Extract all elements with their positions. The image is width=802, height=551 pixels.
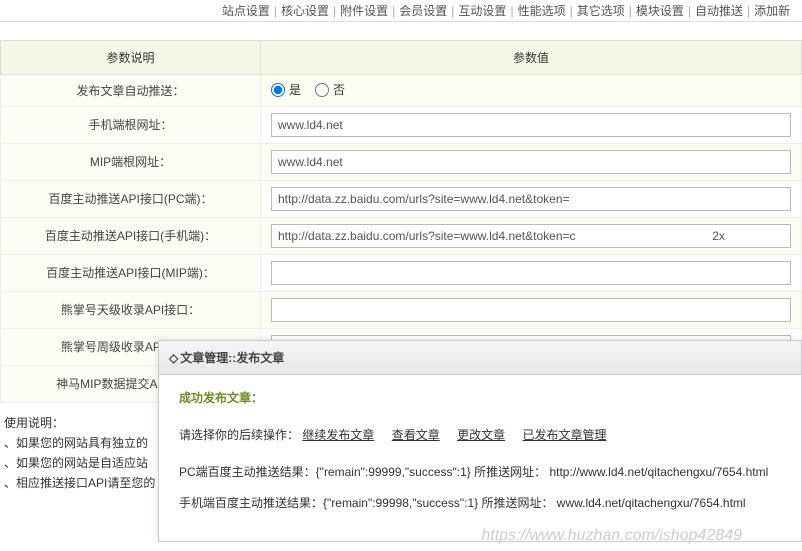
header-value: 参数值 [261,41,802,75]
xiongzhang-daily-input[interactable] [271,298,791,322]
nav-item[interactable]: 性能选项 [518,2,566,19]
nav-item[interactable]: 互动设置 [458,2,506,19]
action-manage[interactable]: 已发布文章管理 [522,428,606,442]
row-label: 发布文章自动推送： [1,75,261,107]
success-title: 成功发布文章： [179,389,781,406]
row-label: MIP端根网址： [1,143,261,180]
table-row: 手机端根网址： [1,106,802,143]
api-mip-input[interactable] [271,261,791,285]
row-label: 百度主动推送API接口(PC端)： [1,180,261,217]
nav-item[interactable]: 附件设置 [340,2,388,19]
table-row: 百度主动推送API接口(PC端)： [1,180,802,217]
api-mobile-input[interactable] [271,224,791,248]
radio-yes[interactable]: 是 [271,81,301,98]
radio-no[interactable]: 否 [315,81,345,98]
nav-item[interactable]: 其它选项 [577,2,625,19]
table-row: 熊掌号天级收录API接口： [1,291,802,328]
result-mobile: 手机端百度主动推送结果：{"remain":99998,"success":1}… [179,494,781,511]
mobile-root-input[interactable] [271,113,791,137]
radio-yes-input[interactable] [271,83,285,97]
nav-item[interactable]: 添加新 [754,2,790,19]
mip-root-input[interactable] [271,150,791,174]
nav-item[interactable]: 自动推送 [695,2,743,19]
radio-no-input[interactable] [315,83,329,97]
table-row: 百度主动推送API接口(MIP端)： [1,254,802,291]
table-row: 百度主动推送API接口(手机端)： [1,217,802,254]
overlay-header: 文章管理::发布文章 [159,341,801,375]
action-row: 请选择你的后续操作： 继续发布文章 查看文章 更改文章 已发布文章管理 [179,426,781,443]
table-row: MIP端根网址： [1,143,802,180]
radio-group: 是 否 [271,81,345,98]
header-param: 参数说明 [1,41,261,75]
action-view[interactable]: 查看文章 [392,428,440,442]
nav-item[interactable]: 会员设置 [399,2,447,19]
action-prompt: 请选择你的后续操作： [179,428,299,442]
nav-item[interactable]: 模块设置 [636,2,684,19]
row-label: 百度主动推送API接口(手机端)： [1,217,261,254]
overlay-panel: 文章管理::发布文章 成功发布文章： 请选择你的后续操作： 继续发布文章 查看文… [158,340,802,542]
api-pc-input[interactable] [271,187,791,211]
row-label: 手机端根网址： [1,106,261,143]
row-label: 熊掌号天级收录API接口： [1,291,261,328]
row-label: 百度主动推送API接口(MIP端)： [1,254,261,291]
nav-item[interactable]: 站点设置 [222,2,270,19]
top-nav: 站点设置| 核心设置| 附件设置| 会员设置| 互动设置| 性能选项| 其它选项… [0,0,802,22]
action-continue[interactable]: 继续发布文章 [302,428,374,442]
result-pc: PC端百度主动推送结果：{"remain":99999,"success":1}… [179,463,781,480]
action-edit[interactable]: 更改文章 [457,428,505,442]
nav-item[interactable]: 核心设置 [281,2,329,19]
table-row: 发布文章自动推送： 是 否 [1,75,802,107]
